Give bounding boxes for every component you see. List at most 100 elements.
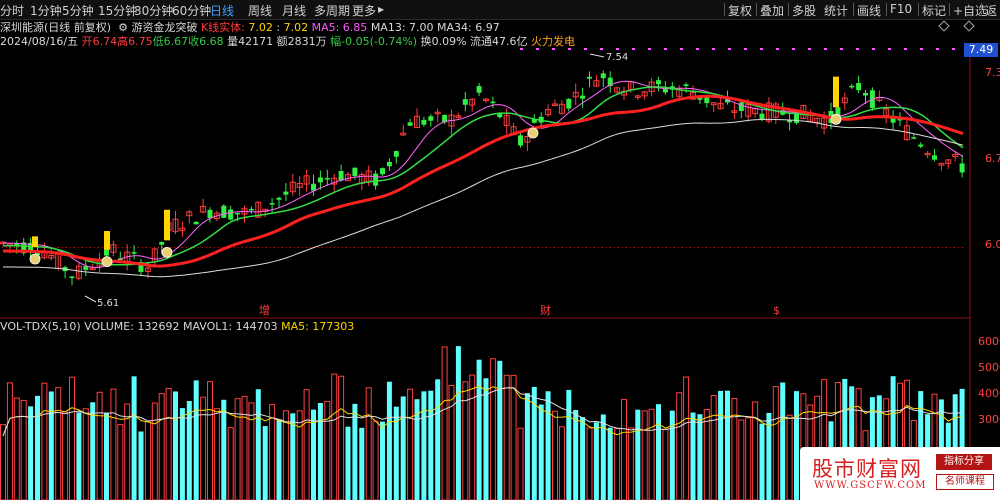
volume-bar	[248, 402, 255, 500]
money-bag-icon	[101, 256, 113, 268]
ref-dot	[322, 247, 323, 248]
volume-bar	[13, 397, 20, 500]
ref-dot	[698, 247, 699, 248]
ref-dot	[102, 247, 103, 248]
volume-bar	[324, 400, 331, 500]
volume-bar	[221, 399, 227, 500]
volume-bar	[745, 417, 752, 500]
ref-dot	[498, 247, 499, 248]
ref-dot	[790, 247, 791, 248]
candle-body	[228, 209, 234, 220]
ref-dot	[538, 247, 539, 248]
ref-dot	[274, 247, 275, 248]
volume-bar	[497, 360, 503, 500]
ref-dot	[458, 247, 459, 248]
volume-bar	[510, 374, 517, 500]
ref-dot	[94, 247, 95, 248]
ref-dot	[574, 247, 575, 248]
volume-bar	[158, 393, 165, 500]
signal-bar	[164, 209, 170, 241]
price-axis-label: 7.3	[985, 66, 1000, 79]
volume-bar	[48, 391, 54, 500]
event-zeng: 增	[259, 303, 270, 317]
ref-dot	[810, 247, 811, 248]
volume-bar	[455, 346, 461, 500]
ref-dot	[98, 247, 99, 248]
volume-bar	[386, 381, 392, 500]
ref-dot	[454, 247, 455, 248]
volume-bar	[131, 376, 137, 500]
ref-dot	[354, 247, 355, 248]
volume-bar	[586, 427, 593, 500]
ref-dot	[118, 247, 119, 248]
price-axis-label: 6.7	[985, 152, 1000, 165]
volume-bar	[794, 391, 799, 500]
ref-dot	[630, 247, 631, 248]
ref-dot	[882, 247, 883, 248]
candle-body	[338, 171, 344, 181]
volume-bar	[524, 393, 530, 500]
ma-white-line	[3, 118, 964, 278]
volume-bar	[290, 413, 296, 500]
signal-dot	[600, 48, 603, 50]
volume-bar	[117, 424, 124, 500]
ref-dot	[490, 247, 491, 248]
volume-bar	[676, 392, 683, 500]
ref-dot	[642, 247, 643, 248]
ref-dot	[954, 247, 955, 248]
signal-dot	[840, 48, 843, 50]
signal-bar	[833, 76, 839, 108]
volume-bar	[110, 388, 117, 500]
candle-body	[849, 85, 855, 88]
volume-bar	[186, 401, 192, 500]
volume-bar	[552, 410, 558, 500]
volume-indicator-name[interactable]: VOL-TDX(5,10)	[0, 320, 81, 333]
chart-canvas[interactable]: 7.54 5.61 增 财 $	[0, 0, 1000, 500]
volume-ma5-value: MA5: 177303	[281, 320, 355, 333]
ref-dot	[802, 247, 803, 248]
money-bag-icon	[161, 246, 173, 258]
ref-dot	[74, 247, 75, 248]
candle-body	[863, 92, 868, 96]
volume-bar	[173, 391, 178, 500]
volume-bar	[662, 428, 669, 500]
volume-bar	[421, 391, 427, 500]
volume-bar	[759, 423, 765, 500]
ref-dot	[906, 247, 907, 248]
ref-dot	[782, 247, 783, 248]
watermark-title: 股市财富网	[812, 457, 922, 481]
ref-dot	[234, 247, 235, 248]
ref-dot	[326, 247, 327, 248]
volume-bar	[683, 376, 690, 500]
ref-dot	[910, 247, 911, 248]
ref-dot	[938, 247, 939, 248]
candle-body	[856, 83, 862, 91]
ref-dot	[298, 247, 299, 248]
ref-dot	[842, 247, 843, 248]
ref-dot	[878, 247, 879, 248]
ref-dot	[86, 247, 87, 248]
ref-dot	[286, 247, 287, 248]
volume-bar	[483, 378, 489, 500]
volume-bar	[697, 414, 703, 500]
candle-body	[235, 212, 241, 215]
ref-dot	[370, 247, 371, 248]
ref-dot	[926, 247, 927, 248]
ref-dot	[678, 247, 679, 248]
ref-dot	[258, 247, 259, 248]
ref-dot	[446, 247, 447, 248]
volume-bar	[476, 359, 482, 500]
candle-body	[324, 177, 330, 180]
ref-dot	[962, 247, 963, 248]
ref-dot	[534, 247, 535, 248]
ref-dot	[742, 247, 743, 248]
volume-axis-label: 6000	[978, 335, 1000, 348]
volume-bar	[614, 428, 621, 500]
volume-bar	[331, 373, 338, 500]
ref-dot	[594, 247, 595, 248]
current-price-tag: 7.49	[964, 43, 998, 57]
volume-bar	[76, 412, 82, 500]
signal-dot	[920, 48, 923, 50]
volume-bar	[489, 358, 496, 500]
ref-dot	[566, 247, 567, 248]
